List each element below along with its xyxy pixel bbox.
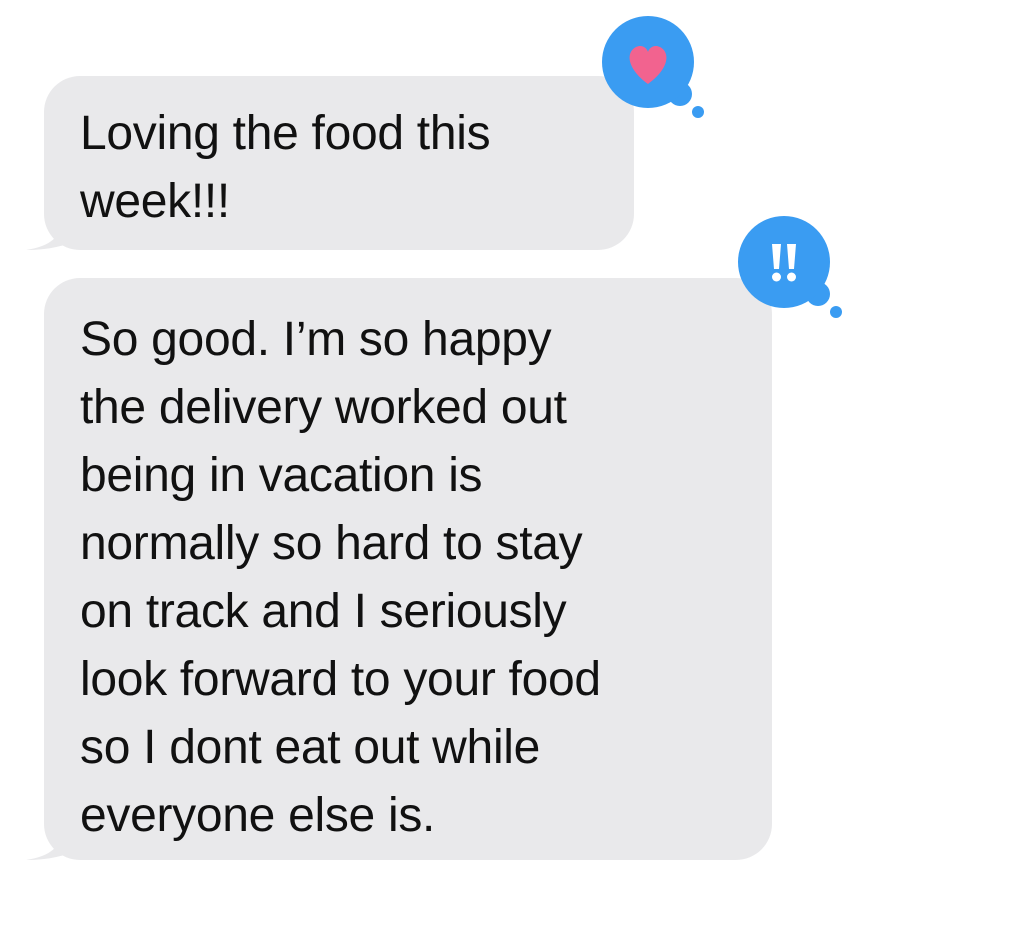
bubble-tail — [26, 220, 82, 250]
double-exclamation-icon — [738, 216, 842, 318]
heart-icon — [602, 16, 704, 118]
message-bubble-1[interactable]: Loving the food this week!!! — [26, 76, 634, 250]
bubble-tail — [26, 830, 82, 860]
tapback-emphasize[interactable] — [734, 214, 854, 324]
message-bubble-2[interactable]: So good. I’m so happy the delivery worke… — [26, 278, 772, 860]
message-text: So good. I’m so happy the delivery worke… — [80, 313, 601, 842]
tapback-heart[interactable] — [596, 14, 716, 124]
message-text: Loving the food this week!!! — [80, 107, 491, 228]
